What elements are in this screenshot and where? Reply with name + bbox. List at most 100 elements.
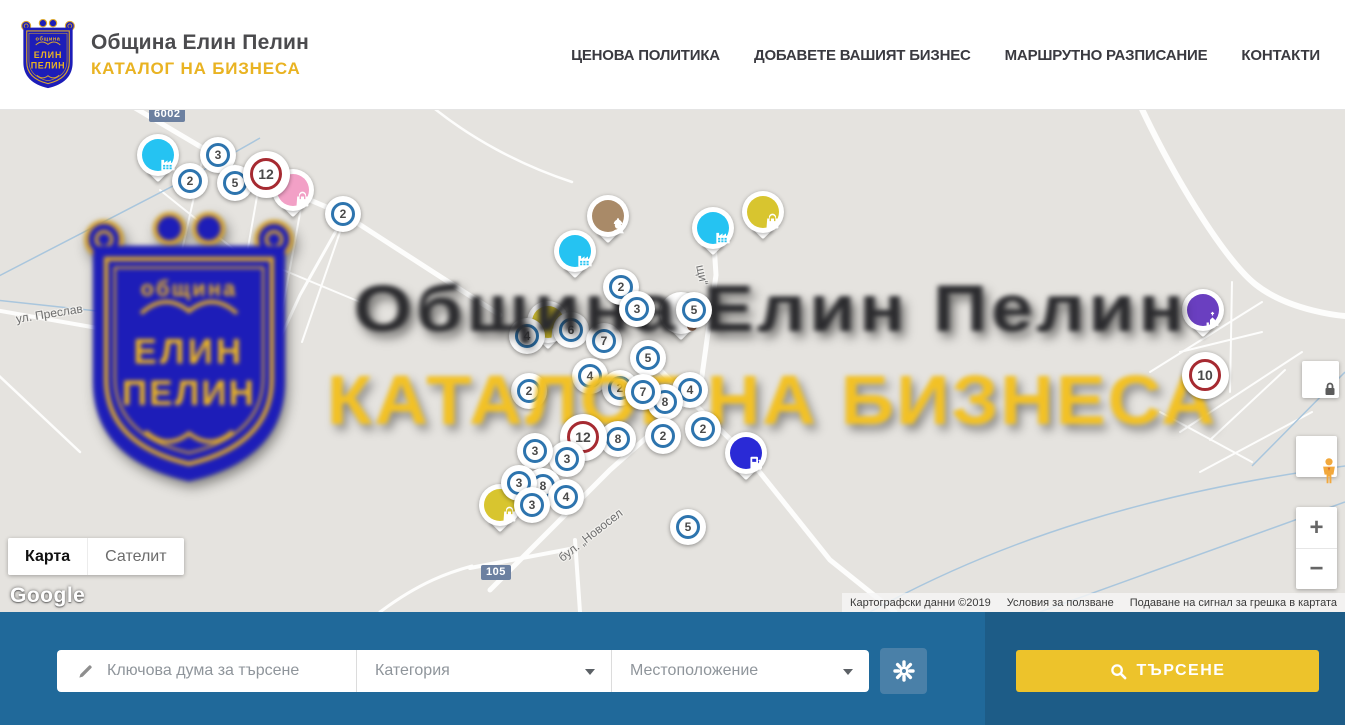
map-attribution: Картографски данни ©2019 Условия за полз… [842,593,1345,612]
main-nav: ЦЕНОВА ПОЛИТИКА ДОБАВЕТЕ ВАШИЯТ БИЗНЕС М… [571,0,1320,110]
shopping-bag-marker[interactable] [742,191,784,233]
pegman-streetview-control[interactable] [1296,436,1337,477]
cluster-ring: 5 [676,515,700,539]
cluster-count: 3 [564,452,571,466]
map-type-satellite-button[interactable]: Сателит [87,538,183,575]
cluster-ring: 2 [691,417,715,441]
cluster-count: 8 [615,432,622,446]
cluster-ring: 10 [1189,359,1221,391]
chevron-down-icon [843,669,853,675]
search-submit-button[interactable]: ТЪРСЕНЕ [1016,650,1319,692]
pencil-icon [77,663,94,680]
cluster-marker[interactable]: 5 [670,509,706,545]
factory-marker[interactable] [692,207,734,249]
cluster-ring: 12 [250,158,282,190]
fuel-pump-marker[interactable] [725,432,767,474]
site-title: Община Елин Пелин [91,31,309,55]
cluster-count: 3 [215,148,222,162]
cluster-ring: 5 [636,346,660,370]
category-select[interactable]: Категория [357,650,612,692]
zoom-in-button[interactable]: + [1296,507,1337,548]
pin-circle [730,437,762,469]
chevron-down-icon [585,669,595,675]
cluster-ring: 3 [625,297,649,321]
cluster-ring: 2 [331,202,355,226]
keyword-field[interactable] [57,650,357,692]
cluster-ring: 3 [523,439,547,463]
cluster-marker[interactable]: 12 [243,151,290,198]
cluster-marker[interactable]: 3 [517,433,553,469]
cluster-marker[interactable]: 5 [676,292,712,328]
category-select-label: Категория [375,662,450,680]
google-logo[interactable]: Google [10,584,85,608]
search-fields: Категория Местоположение [57,650,869,692]
cluster-count: 2 [340,207,347,221]
location-select[interactable]: Местоположение [612,650,869,692]
cluster-marker[interactable]: 2 [325,196,361,232]
search-button-label: ТЪРСЕНЕ [1137,662,1226,680]
zoom-control: + − [1296,507,1337,589]
nav-contacts[interactable]: КОНТАКТИ [1241,47,1320,64]
pin-circle [747,196,779,228]
cluster-ring: 8 [606,427,630,451]
pin-circle [559,235,591,267]
keyword-search-input[interactable] [107,662,342,680]
cluster-count: 2 [700,422,707,436]
pin-head [742,191,784,233]
svg-text:ПЕЛИН: ПЕЛИН [31,61,65,71]
cluster-count: 4 [563,490,570,504]
cluster-ring: 4 [554,485,578,509]
cluster-count: 12 [258,166,274,182]
cluster-count: 5 [691,303,698,317]
pin-head [137,134,179,176]
cluster-marker[interactable]: 3 [514,487,550,523]
cluster-ring: 3 [206,143,230,167]
pin-head [692,207,734,249]
cluster-count: 3 [529,498,536,512]
report-error-link[interactable]: Подаване на сигнал за грешка в картата [1130,597,1337,609]
nav-add-business[interactable]: ДОБАВЕТЕ ВАШИЯТ БИЗНЕС [754,47,971,64]
cluster-count: 2 [187,174,194,188]
cluster-count: 5 [645,351,652,365]
map-canvas[interactable]: 6002105ул. Преславбул. „Новоселщи“ 46742… [0,110,1345,612]
cluster-count: 3 [516,476,523,490]
factory-marker[interactable] [554,230,596,272]
zoom-out-button[interactable]: − [1296,548,1337,589]
cluster-ring: 7 [631,380,655,404]
attribution-copyright: Картографски данни ©2019 [850,597,991,609]
map-type-map-button[interactable]: Карта [8,538,87,575]
lock-button[interactable] [1302,361,1339,398]
pin-head [554,230,596,272]
search-icon [1110,663,1127,680]
map-type-control: Карта Сателит [8,538,184,575]
cluster-count: 5 [685,520,692,534]
location-select-label: Местоположение [630,662,758,680]
cluster-marker[interactable]: 7 [625,374,661,410]
pin-head [725,432,767,474]
cluster-marker[interactable]: 5 [630,340,666,376]
search-bar: Категория Местоположение [0,612,1345,725]
cluster-marker[interactable]: 2 [685,411,721,447]
nav-bus-schedule[interactable]: МАРШРУТНО РАЗПИСАНИЕ [1005,47,1208,64]
pin-circle [592,200,624,232]
factory-marker[interactable] [137,134,179,176]
terms-link[interactable]: Условия за ползване [1007,597,1114,609]
cluster-marker[interactable]: 10 [1182,352,1229,399]
cluster-marker[interactable]: 2 [645,418,681,454]
cluster-ring: 2 [651,424,675,448]
cluster-marker[interactable]: 3 [619,291,655,327]
cluster-marker[interactable]: 4 [548,479,584,515]
advanced-search-button[interactable] [880,648,927,694]
cluster-ring: 5 [682,298,706,322]
cluster-marker[interactable]: 2 [172,163,208,199]
cluster-count: 2 [618,280,625,294]
cluster-ring: 3 [520,493,544,517]
cluster-ring: 3 [555,447,579,471]
site-logo[interactable]: община ЕЛИН ПЕЛИН Община Елин Пелин КАТА… [20,18,309,91]
nav-pricing[interactable]: ЦЕНОВА ПОЛИТИКА [571,47,720,64]
cluster-count: 3 [634,302,641,316]
cluster-count: 2 [660,429,667,443]
cluster-count: 10 [1197,367,1213,383]
cluster-count: 12 [575,429,591,445]
site-subtitle: КАТАЛОГ НА БИЗНЕСА [91,59,309,79]
